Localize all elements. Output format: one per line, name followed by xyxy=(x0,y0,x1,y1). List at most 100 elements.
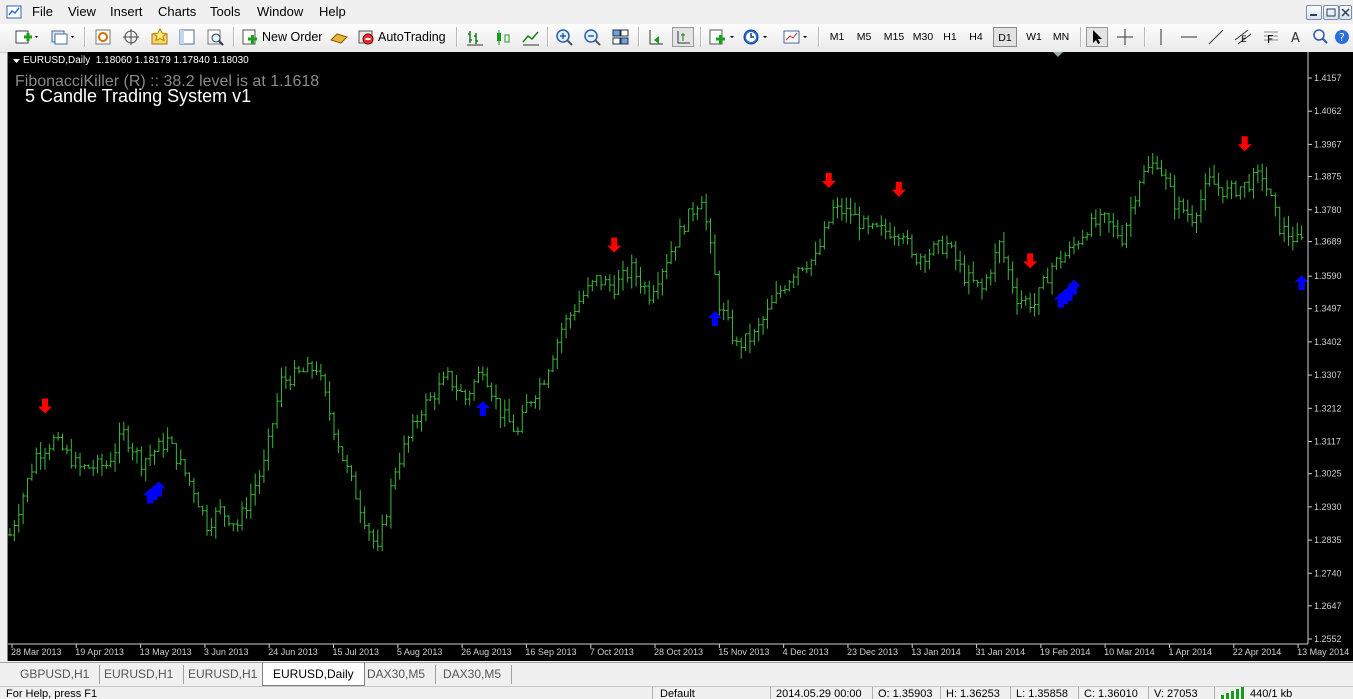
price-bar xyxy=(975,279,980,287)
price-bar xyxy=(607,274,612,292)
timeframe-w1[interactable]: W1 xyxy=(1022,27,1046,47)
new-order-button[interactable]: New Order xyxy=(241,27,322,47)
timeframe-m15[interactable]: M15 xyxy=(880,27,908,47)
periods-button[interactable] xyxy=(742,27,770,47)
terminal-button[interactable] xyxy=(178,27,196,47)
price-bar xyxy=(126,425,131,453)
price-bar xyxy=(559,322,564,354)
price-bar xyxy=(310,361,315,379)
tab-gbpusd-h1[interactable]: GBPUSD,H1 xyxy=(10,665,101,684)
candlestick-button[interactable] xyxy=(493,27,513,47)
status-high: H: 1.36253 xyxy=(946,688,1000,699)
crosshair-tool[interactable] xyxy=(1116,27,1134,47)
data-window-button[interactable] xyxy=(122,27,140,47)
chart-shift-marker-icon[interactable] xyxy=(1052,51,1064,59)
timeframe-h1[interactable]: H1 xyxy=(939,27,961,47)
price-bar xyxy=(1290,226,1295,251)
price-bar xyxy=(1299,225,1304,241)
menu-file[interactable]: File xyxy=(32,4,53,19)
price-bar xyxy=(555,338,560,370)
trendline-tool[interactable] xyxy=(1207,27,1225,47)
zoom-out-button[interactable] xyxy=(583,27,603,47)
timeframe-d1[interactable]: D1 xyxy=(993,27,1017,47)
menu-view[interactable]: View xyxy=(68,4,96,19)
time-tick-label: 26 Aug 2013 xyxy=(461,647,512,657)
text-tool[interactable]: A xyxy=(1290,27,1308,47)
price-chart[interactable]: 1.4157 1.4062 1.3967 1.3875 1.3780 1.3689 1.35… xyxy=(8,52,1353,661)
time-axis: 28 Mar 2013 19 Apr 2013 13 May 2013 3 Jun 2… xyxy=(11,644,1349,657)
chart-shift-button[interactable] xyxy=(672,27,694,47)
metaeditor-button[interactable] xyxy=(329,27,349,47)
minimize-button[interactable] xyxy=(1306,5,1322,20)
timeframe-h4[interactable]: H4 xyxy=(965,27,987,47)
price-bar xyxy=(38,442,43,470)
price-bar xyxy=(918,253,923,271)
autotrading-button[interactable]: AutoTrading xyxy=(357,27,446,47)
timeframe-m5[interactable]: M5 xyxy=(852,27,876,47)
vertical-line-tool[interactable] xyxy=(1152,27,1170,47)
price-bar xyxy=(152,449,157,465)
horizontal-line-tool[interactable] xyxy=(1180,27,1198,47)
status-volume: V: 27053 xyxy=(1154,688,1198,699)
candlestick-icon xyxy=(497,30,510,45)
clock-icon xyxy=(743,29,767,45)
time-tick-label: 19 Apr 2013 xyxy=(75,647,124,657)
price-bar xyxy=(463,389,468,406)
price-bar xyxy=(778,285,783,298)
dropdown-triangle-icon[interactable] xyxy=(12,56,22,66)
price-bar xyxy=(550,355,555,373)
price-bar xyxy=(542,379,547,386)
signal-arrows xyxy=(38,136,1309,504)
price-bar xyxy=(905,229,910,245)
templates-button[interactable] xyxy=(782,27,810,47)
navigator-button[interactable] xyxy=(150,27,170,47)
price-bar xyxy=(340,446,345,462)
autoscroll-button[interactable] xyxy=(646,27,666,47)
market-watch-button[interactable] xyxy=(94,27,112,47)
chart-window[interactable]: 1.4157 1.4062 1.3967 1.3875 1.3780 1.3689 1.35… xyxy=(7,52,1353,661)
strategy-tester-button[interactable] xyxy=(206,27,224,47)
tile-windows-button[interactable] xyxy=(611,27,631,47)
price-bar xyxy=(857,206,862,241)
menu-charts[interactable]: Charts xyxy=(158,4,196,19)
equidistant-channel-tool[interactable]: E xyxy=(1234,27,1252,47)
tab-dax30-m5-2[interactable]: DAX30,M5 xyxy=(433,665,513,684)
cursor-tool[interactable] xyxy=(1086,27,1108,47)
price-bar xyxy=(91,459,96,476)
cursor-arrow-icon xyxy=(1093,30,1102,44)
price-bar xyxy=(450,370,455,392)
autoscroll-icon xyxy=(649,30,663,45)
indicators-button[interactable] xyxy=(708,27,736,47)
price-bar xyxy=(380,514,385,552)
price-bar xyxy=(603,275,608,286)
menu-insert[interactable]: Insert xyxy=(110,4,143,19)
tab-dax30-m5[interactable]: DAX30,M5 xyxy=(357,665,437,684)
bar-chart-button[interactable] xyxy=(465,27,485,47)
timeframe-m30[interactable]: M30 xyxy=(909,27,937,47)
price-bar xyxy=(16,503,21,533)
price-bar xyxy=(218,499,223,515)
tab-eurusd-h1[interactable]: EURUSD,H1 xyxy=(94,665,185,684)
price-bar xyxy=(572,303,577,321)
restore-button[interactable] xyxy=(1323,5,1339,20)
profiles-button[interactable] xyxy=(50,27,76,47)
zoom-in-button[interactable] xyxy=(555,27,575,47)
search-button[interactable] xyxy=(1312,27,1328,47)
menu-tools[interactable]: Tools xyxy=(210,4,240,19)
price-tick-label: 1.3689 xyxy=(1314,237,1342,247)
status-low: L: 1.35858 xyxy=(1016,688,1068,699)
menu-help[interactable]: Help xyxy=(319,4,346,19)
tab-eurusd-h1-2[interactable]: EURUSD,H1 xyxy=(178,665,269,684)
line-chart-button[interactable] xyxy=(521,27,541,47)
buy-signal-arrow xyxy=(1294,275,1309,291)
close-button[interactable] xyxy=(1339,5,1352,20)
new-chart-button[interactable] xyxy=(14,27,40,47)
tab-eurusd-daily[interactable]: EURUSD,Daily xyxy=(262,663,365,686)
menu-window[interactable]: Window xyxy=(257,4,303,19)
help-button[interactable]: ? xyxy=(1334,27,1350,47)
price-bar xyxy=(130,443,135,461)
fibonacci-tool[interactable]: F xyxy=(1262,27,1280,47)
price-bar xyxy=(279,367,284,408)
timeframe-mn[interactable]: MN xyxy=(1049,27,1073,47)
timeframe-m1[interactable]: M1 xyxy=(826,27,848,47)
